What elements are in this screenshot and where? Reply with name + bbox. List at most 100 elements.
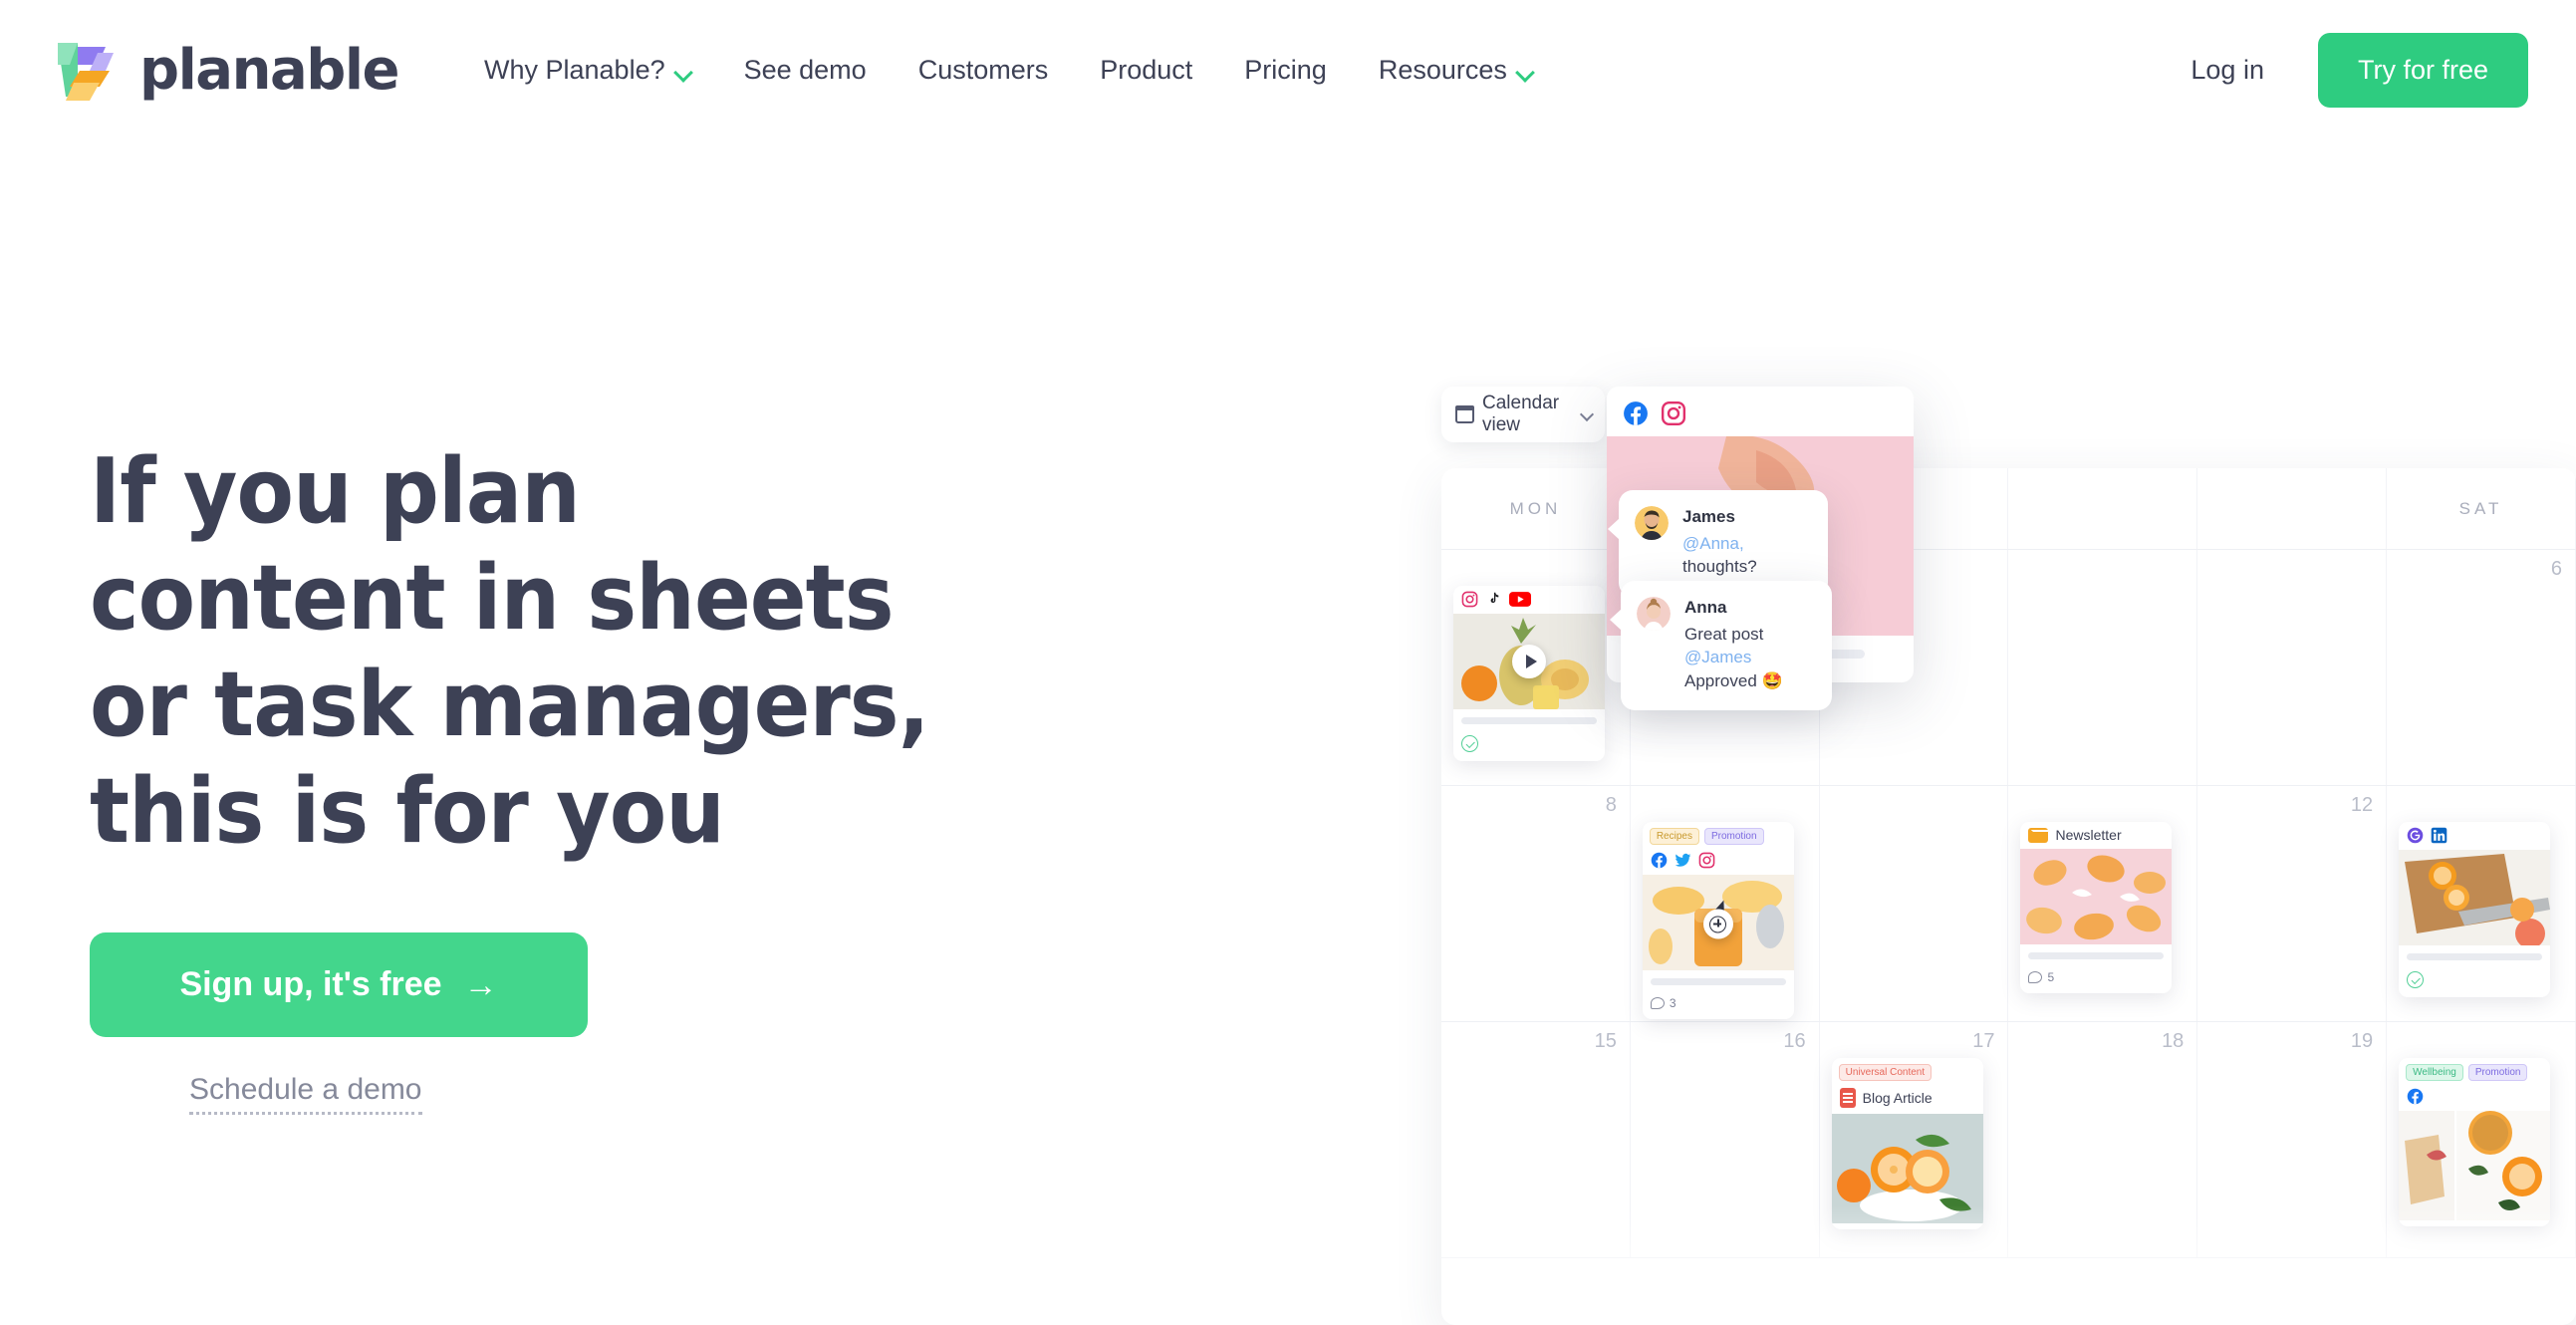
post-image [1831,1114,1983,1223]
calendar-cell[interactable]: Newsletter 5 [2008,786,2198,1021]
site-header: planable Why Planable? See demo Customer… [0,0,2576,139]
day-number: 19 [2350,1030,2374,1052]
schedule-demo-link[interactable]: Schedule a demo [189,1073,422,1116]
mention-anna[interactable]: @Anna, [1682,534,1744,553]
calendar-cell[interactable]: 18 [2008,1022,2198,1257]
calendar-cell[interactable] [2387,786,2576,1021]
post-status [2399,962,2550,991]
post-card[interactable] [2399,822,2551,997]
text-line [2407,953,2543,960]
header-actions: Log in Try for free [2161,32,2528,108]
comment-icon [1650,997,1665,1009]
post-comments[interactable]: 3 [1643,987,1794,1013]
try-for-free-button[interactable]: Try for free [2317,32,2528,108]
post-card[interactable] [1453,586,1605,761]
post-image [1453,614,1605,709]
product-mockup: Calendar view MON SAT 1 [1441,387,2576,1325]
mention-james[interactable]: @James [1684,648,1751,666]
tag-promotion[interactable]: Promotion [2467,1064,2528,1081]
weekday-fri [2197,468,2388,549]
comment-body: James @Anna, thoughts? [1682,506,1806,579]
calendar-view-selector[interactable]: Calendar view [1441,387,1605,442]
tag-wellbeing[interactable]: Wellbeing [2406,1064,2463,1081]
post-text-placeholder [1643,970,1794,987]
signup-button[interactable]: Sign up, it's free → [90,932,588,1038]
facebook-icon [1651,852,1668,869]
nav-item-product[interactable]: Product [1074,45,1218,96]
planable-logo-icon [48,31,126,109]
calendar-row: 8 Recipes Promotion 3 Newsletter 5 12 [1441,786,2576,1022]
text-line [1461,717,1597,724]
calendar-icon [1455,405,1474,423]
tag-universal-content[interactable]: Universal Content [1838,1064,1932,1081]
nav-item-resources[interactable]: Resources [1353,45,1560,96]
nav-item-customers[interactable]: Customers [893,45,1075,96]
calendar-cell[interactable] [1820,786,2009,1021]
chevron-down-icon [676,66,692,75]
calendar-cell[interactable]: 17 Universal Content Blog Article [1820,1022,2009,1257]
schedule-demo-wrap: Schedule a demo [189,1073,1086,1116]
social-icons [2399,1083,2550,1111]
title-line-3: or task managers, [90,653,929,758]
calendar-cell[interactable]: 6 [2387,550,2576,785]
add-post-button[interactable] [1702,909,1733,939]
calendar-cell[interactable]: 19 [2197,1022,2388,1257]
logo[interactable]: planable [48,31,400,109]
day-number: 18 [2162,1030,2185,1052]
tag-promotion[interactable]: Promotion [1703,828,1764,845]
play-icon [1525,655,1537,668]
title-line-4: this is for you [90,759,725,865]
calendar-view-label: Calendar view [1482,393,1560,435]
post-card[interactable]: Newsletter 5 [2020,822,2173,993]
hero-cta-group: Sign up, it's free → Schedule a demo [90,932,1086,1116]
calendar-cell[interactable] [2008,550,2198,785]
google-icon [2407,827,2424,844]
instagram-icon [1698,852,1715,869]
facebook-icon [1624,401,1648,425]
post-title-row: Blog Article [1832,1083,1983,1114]
post-card[interactable]: Universal Content Blog Article [1831,1058,1983,1229]
calendar-cell[interactable]: Wellbeing Promotion [2387,1022,2576,1257]
social-icons [1453,586,1605,614]
tag-recipes[interactable]: Recipes [1649,828,1699,845]
nav-item-see-demo[interactable]: See demo [718,45,893,96]
day-number: 6 [2550,558,2562,580]
post-image [2399,850,2551,945]
social-icons [2399,822,2550,850]
calendar-cell[interactable]: Recipes Promotion 3 [1631,786,1820,1021]
comment-count-value: 5 [2047,970,2055,984]
post-tags: Wellbeing Promotion [2399,1058,2550,1083]
calendar-cell[interactable]: 15 [1441,1022,1631,1257]
nav-item-pricing[interactable]: Pricing [1218,45,1353,96]
comment-text: Great post @James Approved 🤩 [1684,623,1810,692]
signup-label: Sign up, it's free [179,965,442,1004]
calendar-cell[interactable]: 8 [1441,786,1631,1021]
post-text-placeholder [2399,945,2550,962]
social-icons [1607,387,1914,436]
calendar-cell[interactable]: 1 [1441,550,1631,785]
nav-label: Pricing [1244,54,1327,85]
day-number: 16 [1783,1030,1806,1052]
calendar-cell[interactable] [2197,550,2388,785]
comment-bubble-anna[interactable]: Anna Great post @James Approved 🤩 [1610,581,1832,711]
calendar-cell[interactable]: 16 [1631,1022,1820,1257]
post-comments[interactable]: 5 [2020,961,2172,987]
post-image [2399,1111,2551,1220]
plus-circle-icon [1709,916,1727,932]
nav-item-why-planable[interactable]: Why Planable? [458,45,718,96]
youtube-icon [1509,592,1531,607]
post-tags: Recipes Promotion [1643,822,1794,847]
comment-count-value: 3 [1669,996,1676,1010]
calendar-cell[interactable]: 12 [2197,786,2388,1021]
approved-check-icon [2407,971,2425,988]
logo-text: planable [139,37,400,103]
comment-text-rest: thoughts? [1682,557,1757,577]
post-card[interactable]: Recipes Promotion 3 [1642,822,1794,1019]
title-line-1: If you plan [90,439,581,544]
arrow-right-icon: → [463,965,498,1004]
post-card[interactable]: Wellbeing Promotion [2399,1058,2551,1226]
weekday-thu [2008,468,2198,549]
login-link[interactable]: Log in [2161,45,2294,96]
comment-text-after: Approved 🤩 [1684,670,1783,690]
play-button[interactable] [1512,645,1546,678]
